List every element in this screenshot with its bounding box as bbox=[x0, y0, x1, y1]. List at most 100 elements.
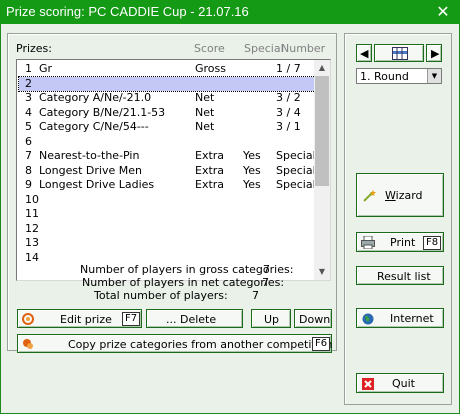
round-select[interactable]: 1. Round ▼ bbox=[356, 68, 442, 84]
copy-label: Copy prize categories from another compe… bbox=[68, 338, 333, 351]
score-header: Score bbox=[194, 42, 225, 55]
cell-score: Extra bbox=[195, 178, 225, 191]
result-list-button[interactable]: Result list bbox=[356, 266, 444, 285]
cell-score: Net bbox=[195, 105, 215, 119]
cell-score: Net bbox=[195, 91, 215, 104]
round-select-value: 1. Round bbox=[360, 70, 409, 83]
edit-prize-label: Edit prize bbox=[60, 313, 112, 326]
wizard-button[interactable]: Wizard bbox=[356, 173, 444, 217]
list-item[interactable]: 5 Category C/Ne/54--- Net 3 / 1 bbox=[19, 120, 315, 134]
cell-name: Category A/Ne/-21.0 bbox=[39, 91, 152, 104]
vertical-scrollbar[interactable]: ▲ ▼ bbox=[314, 60, 330, 280]
cell-name: Category C/Ne/54--- bbox=[39, 120, 149, 133]
next-round-button[interactable]: ▶ bbox=[426, 44, 442, 62]
list-item[interactable]: 13 bbox=[19, 236, 315, 250]
cell-number: Special bbox=[276, 163, 316, 177]
cell-number: 3 / 1 bbox=[276, 120, 301, 133]
list-item[interactable]: 9 Longest Drive Ladies Extra Yes Special bbox=[19, 178, 316, 192]
cell-num: 9 bbox=[25, 178, 32, 191]
list-item[interactable]: 3 Category A/Ne/-21.0 Net 3 / 2 bbox=[19, 91, 315, 105]
cell-number: Special bbox=[276, 149, 316, 162]
wizard-label-rest: izard bbox=[395, 189, 423, 202]
table-icon bbox=[392, 47, 408, 63]
number-header: Number bbox=[281, 42, 326, 55]
list-item[interactable]: 1 Gr Gross 1 / 7 bbox=[19, 62, 315, 76]
cell-num: 12 bbox=[25, 221, 39, 235]
cell-score: Extra bbox=[195, 149, 225, 162]
window-title: Prize scoring: PC CADDIE Cup - 21.07.16 bbox=[6, 4, 249, 19]
scroll-thumb[interactable] bbox=[315, 76, 329, 186]
prizes-listbox[interactable]: 1 4 13 12 11 10 9 Longest Drive Ladies Extra Yes S… bbox=[16, 59, 331, 281]
copy-icon bbox=[22, 338, 34, 353]
list-item[interactable]: 12 bbox=[19, 222, 315, 236]
prize-scoring-window: Prize scoring: PC CADDIE Cup - 21.07.16 … bbox=[0, 0, 460, 414]
cell-special: Yes bbox=[243, 178, 261, 191]
copy-shortcut-badge: F6 bbox=[312, 337, 331, 351]
cell-score: Net bbox=[195, 120, 215, 133]
cell-num: 11 bbox=[25, 207, 39, 220]
down-button[interactable]: Down bbox=[294, 309, 332, 328]
print-shortcut-badge: F8 bbox=[423, 236, 442, 250]
cell-special: Yes bbox=[243, 163, 261, 177]
print-button[interactable]: Print F8 bbox=[356, 232, 444, 252]
cell-score: Extra bbox=[195, 163, 225, 177]
print-label: Print bbox=[390, 236, 416, 249]
chevron-down-icon: ▼ bbox=[427, 69, 441, 83]
cell-number: 1 / 7 bbox=[276, 62, 301, 75]
cell-number: Special bbox=[276, 178, 316, 191]
cell-num: 7 bbox=[25, 149, 32, 162]
total-count-label: Total number of players: bbox=[94, 289, 228, 302]
gross-count-value: 7 bbox=[263, 263, 270, 276]
list-item[interactable]: 8 Longest Drive Men Extra Yes Special bbox=[19, 163, 316, 178]
cell-num: 8 bbox=[25, 163, 32, 177]
net-count-label: Number of players in net categories: bbox=[82, 276, 285, 289]
printer-icon bbox=[361, 235, 375, 252]
delete-button[interactable]: ... Delete bbox=[146, 309, 243, 328]
cell-number: 3 / 2 bbox=[276, 91, 301, 104]
cell-num: 4 bbox=[25, 105, 32, 119]
round-grid-button[interactable] bbox=[374, 44, 424, 62]
copy-categories-button[interactable]: Copy prize categories from another compe… bbox=[17, 334, 332, 353]
prev-round-button[interactable]: ◀ bbox=[356, 44, 372, 62]
list-item[interactable]: 6 bbox=[19, 135, 315, 149]
arrow-left-icon: ◀ bbox=[360, 47, 369, 60]
prizes-header: Prizes: bbox=[16, 42, 52, 55]
cell-num: 3 bbox=[25, 91, 32, 104]
list-item[interactable]: 7 Nearest-to-the-Pin Extra Yes Special bbox=[19, 149, 316, 163]
wand-icon bbox=[362, 189, 376, 206]
cell-name: Nearest-to-the-Pin bbox=[39, 149, 140, 162]
actions-group bbox=[344, 33, 452, 405]
close-red-icon bbox=[362, 378, 374, 393]
cell-name: Gr bbox=[39, 62, 53, 75]
scroll-down-icon[interactable]: ▼ bbox=[314, 264, 330, 280]
net-count-value: 7 bbox=[262, 276, 269, 289]
down-label: Down bbox=[299, 313, 331, 326]
internet-button[interactable]: Internet bbox=[356, 308, 444, 328]
list-item[interactable]: 4 Category B/Ne/21.1-53 Net 3 / 4 bbox=[19, 106, 315, 120]
client-area: Prizes: Score Special Number 1 4 13 12 11 10 9… bbox=[1, 24, 459, 413]
close-icon[interactable]: ✕ bbox=[426, 0, 460, 24]
arrow-right-icon: ▶ bbox=[431, 47, 440, 60]
internet-label: Internet bbox=[390, 312, 434, 325]
quit-button[interactable]: Quit bbox=[356, 373, 444, 393]
edit-icon bbox=[22, 313, 34, 328]
scroll-up-icon[interactable]: ▲ bbox=[314, 60, 330, 76]
edit-prize-button[interactable]: Edit prize F7 bbox=[17, 309, 142, 328]
list-item[interactable]: 2 bbox=[18, 75, 316, 92]
delete-label: ... Delete bbox=[166, 313, 217, 326]
globe-icon bbox=[362, 313, 374, 328]
list-item[interactable]: 11 bbox=[19, 207, 315, 221]
cell-number: 3 / 4 bbox=[276, 105, 301, 119]
special-header: Special bbox=[244, 42, 284, 55]
cell-score: Gross bbox=[195, 62, 226, 75]
cell-num: 10 bbox=[25, 192, 39, 206]
up-label: Up bbox=[264, 313, 280, 326]
list-item[interactable]: 10 bbox=[19, 193, 315, 207]
cell-name: Longest Drive Ladies bbox=[39, 178, 155, 191]
cell-name: Longest Drive Men bbox=[39, 163, 142, 177]
title-bar: Prize scoring: PC CADDIE Cup - 21.07.16 … bbox=[0, 0, 460, 24]
up-button[interactable]: Up bbox=[251, 309, 291, 328]
cell-num: 1 bbox=[25, 62, 32, 75]
cell-num: 13 bbox=[25, 236, 39, 249]
wizard-label: Wizard bbox=[385, 189, 423, 202]
